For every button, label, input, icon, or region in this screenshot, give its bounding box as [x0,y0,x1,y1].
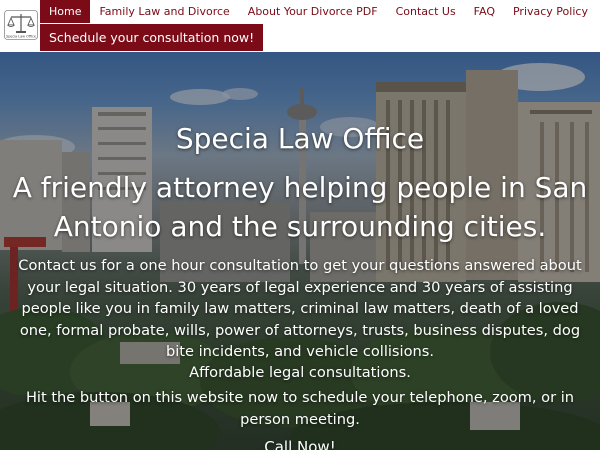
schedule-instructions: Hit the button on this website now to sc… [25,389,575,428]
nav-contact[interactable]: Contact Us [387,0,465,23]
hero-title: Specia Law Office [175,122,425,155]
main-nav: Home Family Law and Divorce About Your D… [40,0,597,23]
nav-divorce-pdf[interactable]: About Your Divorce PDF [239,0,387,23]
affordable-text: Affordable legal consultations. [189,364,411,381]
site-header: Specia Law Office Home Family Law and Di… [0,0,600,52]
schedule-consultation-button[interactable]: Schedule your consultation now! [40,24,264,51]
hero-section: Specia Law Office A friendly attorney he… [0,52,600,450]
call-now-button[interactable]: Call Now! [0,436,600,450]
nav-home[interactable]: Home [40,0,91,23]
hero-description: Contact us for a one hour consultation t… [18,257,582,361]
nav-faq[interactable]: FAQ [465,0,504,23]
nav-privacy[interactable]: Privacy Policy [504,0,597,23]
nav-family-law[interactable]: Family Law and Divorce [90,0,238,23]
hero-tagline: A friendly attorney helping people in Sa… [12,171,588,243]
scales-of-justice-icon[interactable]: Specia Law Office [4,10,38,40]
svg-text:Specia Law Office: Specia Law Office [6,35,36,39]
